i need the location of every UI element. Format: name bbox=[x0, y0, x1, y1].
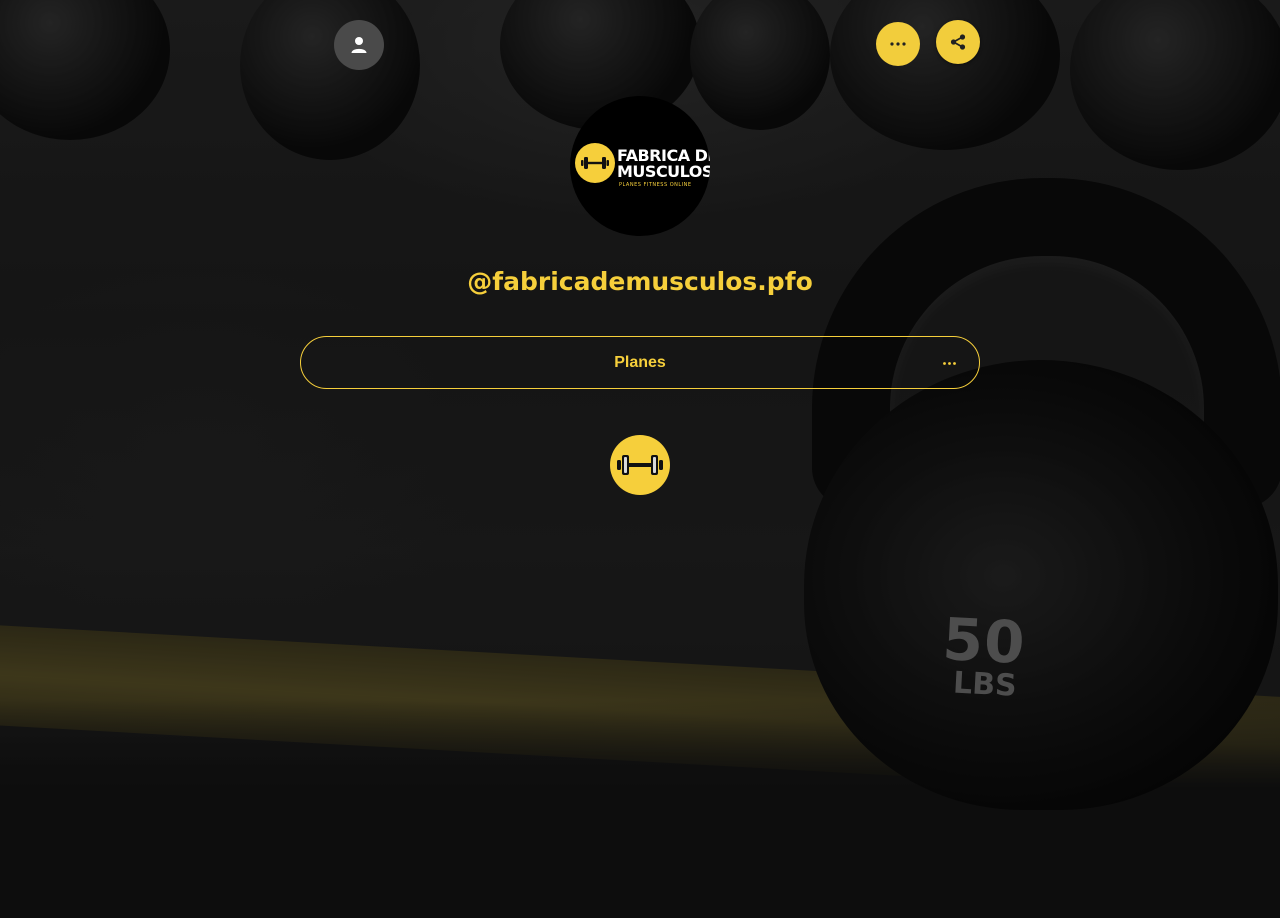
more-horizontal-icon bbox=[942, 361, 956, 365]
user-button[interactable] bbox=[334, 20, 384, 70]
link-label: Planes bbox=[614, 353, 666, 371]
more-horizontal-icon bbox=[890, 42, 906, 46]
logo-tagline: PLANES FITNESS ONLINE bbox=[619, 182, 692, 188]
dumbbell-icon bbox=[617, 455, 663, 475]
social-link-button[interactable] bbox=[610, 435, 670, 495]
more-options-button[interactable] bbox=[876, 22, 920, 66]
link-options-button[interactable] bbox=[937, 351, 961, 375]
dumbbell-logo-icon bbox=[575, 143, 615, 183]
profile-avatar: FABRICA DE MUSCULOS PLANES FITNESS ONLIN… bbox=[570, 96, 710, 236]
share-icon bbox=[950, 34, 966, 50]
profile-handle: @fabricademusculos.pfo bbox=[467, 267, 813, 296]
link-button-planes[interactable]: Planes bbox=[300, 336, 980, 389]
logo-title-line2: MUSCULOS bbox=[617, 162, 710, 181]
user-icon bbox=[351, 37, 367, 53]
share-button[interactable] bbox=[936, 20, 980, 64]
